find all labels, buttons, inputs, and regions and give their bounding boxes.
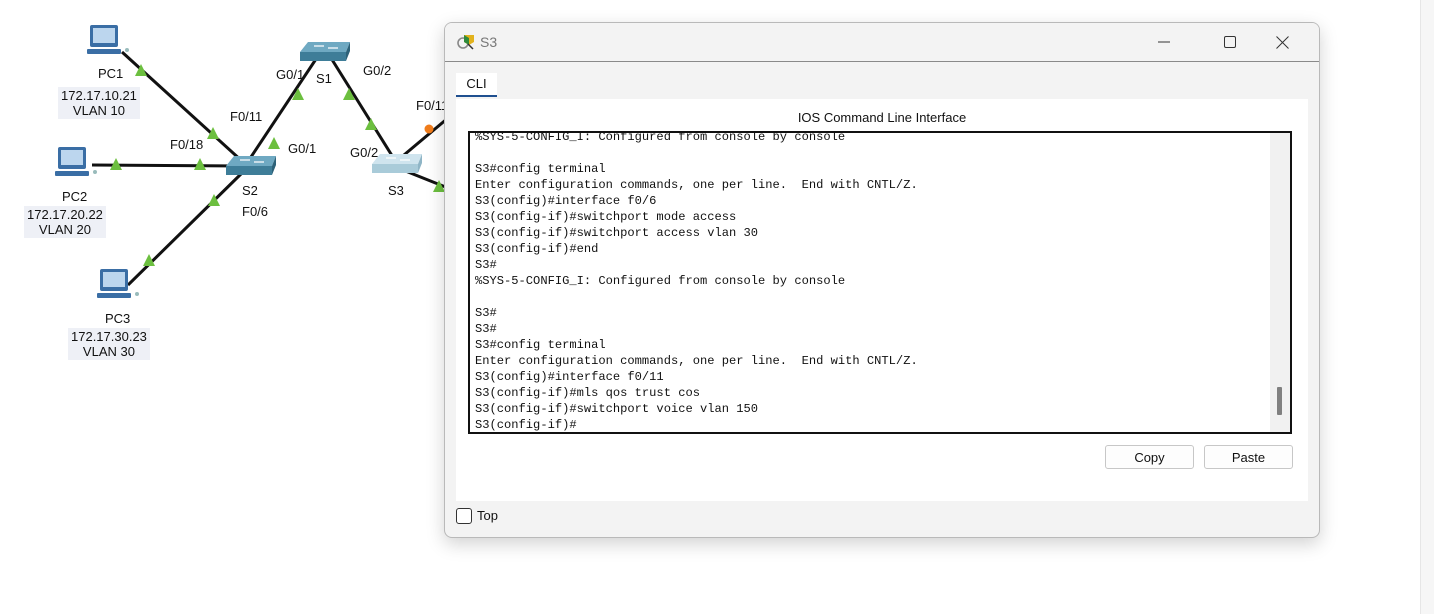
window-titlebar[interactable]: S3 <box>445 23 1319 61</box>
terminal-line: S3#config terminal <box>475 162 606 176</box>
switch-s3-label: S3 <box>388 183 404 198</box>
pc1-vlan: VLAN 10 <box>72 103 125 118</box>
terminal-output[interactable]: %SYS-5-CONFIG_I: Configured from console… <box>475 131 918 432</box>
terminal-line: S3# <box>475 306 497 320</box>
device-window[interactable]: S3 CLI IOS Command Line Interface %SYS-5… <box>444 22 1320 538</box>
titlebar-divider <box>445 61 1319 62</box>
scrollbar-thumb[interactable] <box>1277 387 1282 415</box>
pc1-label: PC1 <box>98 66 124 81</box>
close-button[interactable] <box>1259 23 1305 61</box>
terminal-line: S3(config)#interface f0/6 <box>475 194 657 208</box>
pc1-ip: 172.17.10.21 <box>61 88 137 103</box>
window-title: S3 <box>480 34 498 50</box>
pc3-icon[interactable] <box>97 269 139 298</box>
minimize-icon <box>1158 41 1170 43</box>
copy-button[interactable]: Copy <box>1105 445 1194 469</box>
paste-button[interactable]: Paste <box>1204 445 1293 469</box>
cli-terminal[interactable]: %SYS-5-CONFIG_I: Configured from console… <box>468 131 1292 434</box>
close-icon <box>1275 35 1289 49</box>
top-checkbox-label: Top <box>477 508 498 523</box>
port-label: G0/1 <box>288 141 317 156</box>
terminal-line: %SYS-5-CONFIG_I: Configured from console… <box>475 274 846 288</box>
pc2-info: 172.17.20.22 VLAN 20 <box>24 206 106 238</box>
pc2-label: PC2 <box>62 189 88 204</box>
terminal-line: %SYS-5-CONFIG_I: Configured from console… <box>475 131 846 144</box>
terminal-line: S3(config-if)#end <box>475 242 599 256</box>
canvas-right-edge <box>1420 0 1434 614</box>
terminal-line: S3# <box>475 322 497 336</box>
pc3-info: 172.17.30.23 VLAN 30 <box>68 328 150 360</box>
link-s3-f011[interactable] <box>397 116 449 162</box>
pc1-icon[interactable] <box>87 25 129 54</box>
pc2-ip: 172.17.20.22 <box>27 207 103 222</box>
terminal-line: Enter configuration commands, one per li… <box>475 354 918 368</box>
pc1-info: 172.17.10.21 VLAN 10 <box>58 87 140 119</box>
pc3-ip: 172.17.30.23 <box>71 329 147 344</box>
tab-cli[interactable]: CLI <box>456 73 497 97</box>
cli-panel-title: IOS Command Line Interface <box>797 110 967 125</box>
port-label: G0/2 <box>363 63 392 78</box>
port-label: G0/2 <box>350 145 379 160</box>
port-label: F0/11 <box>230 109 263 124</box>
terminal-line: S3(config-if)#switchport voice vlan 150 <box>475 402 759 416</box>
top-checkbox[interactable] <box>456 508 472 524</box>
switch-s2-label: S2 <box>242 183 258 198</box>
terminal-scrollbar[interactable] <box>1270 133 1290 432</box>
terminal-line: S3#config terminal <box>475 338 606 352</box>
terminal-line: S3(config-if)#switchport mode access <box>475 210 737 224</box>
terminal-line: S3(config-if)#switchport access vlan 30 <box>475 226 759 240</box>
terminal-line: S3(config)#interface f0/11 <box>475 370 664 384</box>
pc3-vlan: VLAN 30 <box>82 344 135 359</box>
link-status-indicator <box>194 158 206 170</box>
maximize-icon <box>1224 36 1236 48</box>
switch-s1-label: S1 <box>316 71 332 86</box>
terminal-line: S3# <box>475 258 497 272</box>
cli-panel: IOS Command Line Interface %SYS-5-CONFIG… <box>456 99 1308 501</box>
packet-tracer-icon <box>457 35 474 50</box>
link-status-indicator <box>365 118 377 130</box>
link-status-indicator <box>424 124 434 134</box>
switch-s3-icon[interactable] <box>372 154 422 173</box>
terminal-line: S3(config-if)#mls qos trust cos <box>475 386 700 400</box>
pc2-icon[interactable] <box>55 147 97 176</box>
terminal-line: Enter configuration commands, one per li… <box>475 178 918 192</box>
switch-s1-icon[interactable] <box>300 42 350 61</box>
link-status-indicator <box>268 137 280 149</box>
maximize-button[interactable] <box>1207 23 1253 61</box>
link-status-indicator <box>207 127 219 139</box>
port-label: G0/1 <box>276 67 305 82</box>
port-label: F0/6 <box>242 204 269 219</box>
pc2-vlan: VLAN 20 <box>38 222 91 237</box>
port-label: F0/18 <box>170 137 204 152</box>
minimize-button[interactable] <box>1141 23 1187 61</box>
link-pc3-s2[interactable] <box>126 170 245 287</box>
switch-s2-icon[interactable] <box>226 156 276 175</box>
pc3-label: PC3 <box>105 311 131 326</box>
terminal-line: S3(config-if)# <box>475 418 577 432</box>
